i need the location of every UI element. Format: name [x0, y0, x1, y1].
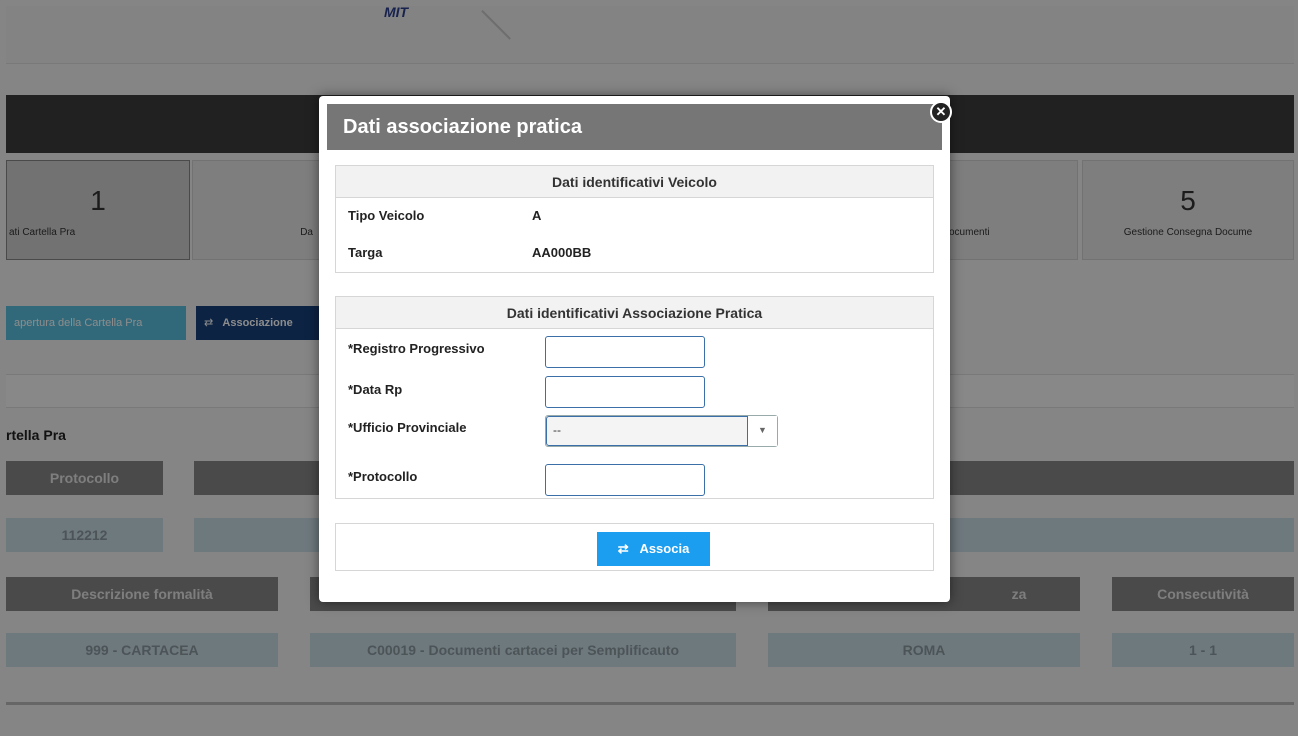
associa-button-label: Associa — [639, 541, 690, 556]
data-rp-input[interactable] — [545, 376, 705, 408]
protocollo-label: *Protocollo — [348, 469, 418, 484]
vehicle-panel: Dati identificativi Veicolo Tipo Veicolo… — [335, 165, 934, 273]
associa-button[interactable]: ⇄ Associa — [597, 532, 710, 566]
targa-label: Targa — [348, 245, 383, 260]
association-panel: Dati identificativi Associazione Pratica… — [335, 296, 934, 499]
tipo-veicolo-label: Tipo Veicolo — [348, 208, 425, 223]
dialog-title: Dati associazione pratica — [327, 104, 942, 150]
action-panel: ⇄ Associa — [335, 523, 934, 571]
protocollo-input[interactable] — [545, 464, 705, 496]
ufficio-provinciale-selected: -- — [546, 416, 748, 446]
data-rp-label: *Data Rp — [348, 382, 403, 397]
association-panel-title: Dati identificativi Associazione Pratica — [336, 297, 933, 329]
tipo-veicolo-value: A — [532, 208, 542, 223]
registro-progressivo-input[interactable] — [545, 336, 705, 368]
close-icon[interactable]: ✕ — [930, 101, 952, 123]
vehicle-panel-title: Dati identificativi Veicolo — [336, 166, 933, 198]
associazione-pratica-dialog: Dati associazione pratica Dati identific… — [319, 96, 950, 602]
ufficio-provinciale-label: *Ufficio Provinciale — [348, 420, 467, 435]
targa-value: AA000BB — [532, 245, 592, 260]
registro-progressivo-label: *Registro Progressivo — [348, 341, 485, 356]
ufficio-provinciale-select[interactable]: -- ▼ — [545, 415, 778, 447]
swap-arrows-icon: ⇄ — [617, 541, 629, 556]
chevron-down-icon[interactable]: ▼ — [748, 416, 777, 446]
